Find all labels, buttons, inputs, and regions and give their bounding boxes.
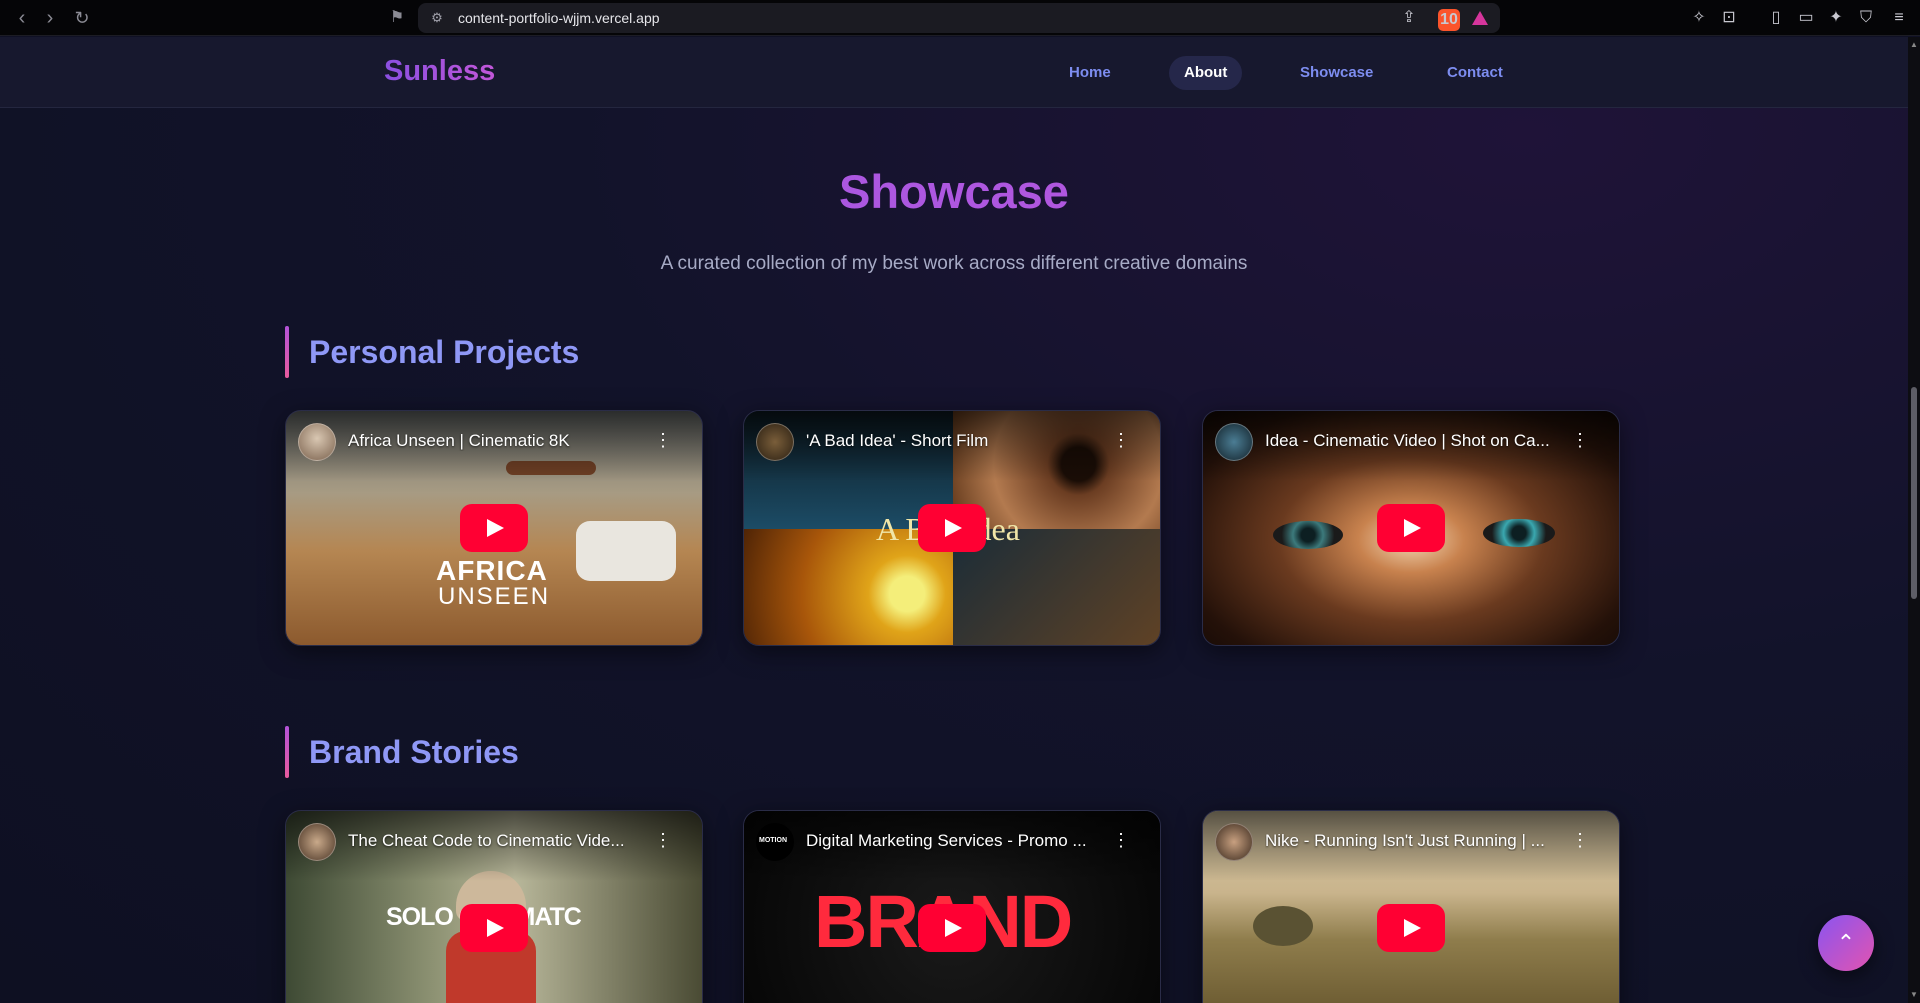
more-options-icon[interactable]: ⋮ (1112, 831, 1130, 849)
channel-avatar[interactable] (298, 823, 336, 861)
play-button-icon[interactable] (918, 504, 986, 552)
scroll-up-icon[interactable]: ▲ (1908, 39, 1920, 51)
page-subtitle: A curated collection of my best work acr… (660, 253, 1248, 274)
tab-search-icon[interactable]: ⊡ (1718, 7, 1740, 29)
more-options-icon[interactable]: ⋮ (1571, 831, 1589, 849)
nav-about[interactable]: About (1169, 56, 1243, 90)
leo-ai-icon[interactable]: ✦ (1825, 7, 1847, 29)
reload-icon[interactable]: ↻ (70, 6, 94, 30)
channel-avatar[interactable] (1215, 423, 1253, 461)
eye-shape (1483, 519, 1555, 547)
play-button-icon[interactable] (460, 504, 528, 552)
section-accent-bar (285, 726, 289, 778)
play-button-icon[interactable] (918, 904, 986, 952)
site-logo[interactable]: Sunless (384, 55, 495, 88)
address-bar[interactable]: ⚙ content-portfolio-wjjm.vercel.app ⇪ 10 (418, 3, 1500, 33)
more-options-icon[interactable]: ⋮ (1112, 431, 1130, 449)
wallet-icon[interactable]: ▭ (1795, 7, 1817, 29)
site-header: Sunless Home About Showcase Contact (0, 37, 1908, 108)
nav-home[interactable]: Home (1054, 56, 1126, 90)
play-button-icon[interactable] (460, 904, 528, 952)
video-title[interactable]: Nike - Running Isn't Just Running | ... (1265, 831, 1565, 851)
menu-icon[interactable]: ≡ (1888, 7, 1910, 29)
video-title[interactable]: The Cheat Code to Cinematic Vide... (348, 831, 648, 851)
channel-tag: MOTION (759, 837, 787, 844)
channel-avatar[interactable] (1215, 823, 1253, 861)
brave-shields-icon[interactable]: 10 (1438, 9, 1460, 31)
section-title: Brand Stories (309, 734, 519, 770)
video-card[interactable]: Nike - Running Isn't Just Running | ... … (1202, 810, 1620, 1003)
more-options-icon[interactable]: ⋮ (654, 831, 672, 849)
video-title[interactable]: Idea - Cinematic Video | Shot on Ca... (1265, 431, 1565, 451)
back-icon[interactable]: ‹ (10, 6, 34, 30)
video-title[interactable]: Digital Marketing Services - Promo ... (806, 831, 1106, 851)
video-card[interactable]: A Bad Idea 'A Bad Idea' - Short Film ⋮ (743, 410, 1161, 646)
video-card[interactable]: SOLO CINEMATC The Cheat Code to Cinemati… (285, 810, 703, 1003)
vehicle-shape (576, 521, 676, 581)
page-title: Showcase (0, 164, 1908, 219)
channel-avatar[interactable] (298, 423, 336, 461)
tree-shape (1253, 906, 1313, 946)
nav-showcase[interactable]: Showcase (1285, 56, 1388, 90)
section-accent-bar (285, 326, 289, 378)
thumbnail-overlay-text: UNSEEN (438, 583, 551, 610)
vpn-shield-icon[interactable]: ⛉ (1855, 7, 1877, 29)
channel-avatar[interactable] (756, 423, 794, 461)
video-title[interactable]: 'A Bad Idea' - Short Film (806, 431, 1106, 451)
scroll-to-top-button[interactable]: ⌃ (1818, 915, 1874, 971)
browser-toolbar: ‹ › ↻ ⚑ ⚙ content-portfolio-wjjm.vercel.… (0, 0, 1920, 36)
nav-contact[interactable]: Contact (1432, 56, 1518, 90)
video-title[interactable]: Africa Unseen | Cinematic 8K (348, 431, 648, 451)
more-options-icon[interactable]: ⋮ (654, 431, 672, 449)
site-info-icon[interactable]: ⚙ (428, 9, 446, 27)
play-button-icon[interactable] (1377, 504, 1445, 552)
video-card[interactable]: Idea - Cinematic Video | Shot on Ca... ⋮ (1202, 410, 1620, 646)
sidebar-icon[interactable]: ▯ (1765, 7, 1787, 29)
video-card[interactable]: AFRICA UNSEEN Africa Unseen | Cinematic … (285, 410, 703, 646)
scroll-thumb[interactable] (1911, 387, 1917, 599)
extensions-icon[interactable]: ✧ (1688, 7, 1710, 29)
brave-badge: 10 (1440, 11, 1458, 28)
arrow-up-icon: ⌃ (1836, 930, 1856, 955)
eye-shape (1273, 521, 1343, 549)
play-button-icon[interactable] (1377, 904, 1445, 952)
channel-avatar[interactable]: MOTION (756, 823, 794, 861)
page: Sunless Home About Showcase Contact Show… (0, 37, 1908, 1003)
page-scrollbar[interactable]: ▲ ▼ (1908, 37, 1920, 1003)
bookmark-icon[interactable]: ⚑ (385, 6, 409, 30)
section-title: Personal Projects (309, 334, 580, 370)
url-text: content-portfolio-wjjm.vercel.app (458, 10, 660, 26)
more-options-icon[interactable]: ⋮ (1571, 431, 1589, 449)
rewards-icon[interactable] (1472, 11, 1488, 25)
forward-icon[interactable]: › (38, 6, 62, 30)
scroll-down-icon[interactable]: ▼ (1908, 989, 1920, 1001)
video-card[interactable]: BRAND MOTION Digital Marketing Services … (743, 810, 1161, 1003)
share-icon[interactable]: ⇪ (1398, 7, 1420, 29)
